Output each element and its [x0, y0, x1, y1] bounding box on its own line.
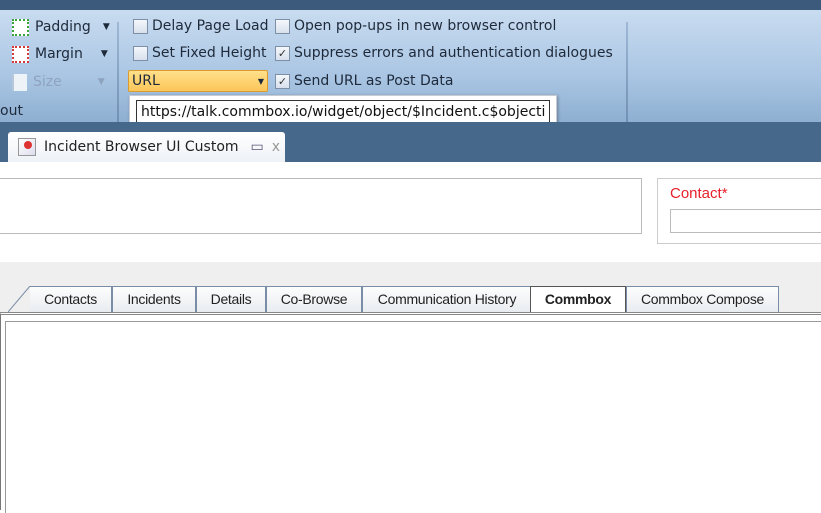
suppress-errors-checkbox[interactable]: ✓ Suppress errors and authentication dial…	[275, 42, 613, 64]
contact-label: Contact*	[670, 185, 728, 202]
size-button[interactable]: Size ▼	[12, 71, 105, 93]
browser-content	[5, 321, 821, 513]
tab-incidents[interactable]: Incidents	[112, 286, 196, 312]
tab-commbox-compose[interactable]: Commbox Compose	[626, 286, 779, 312]
chevron-down-icon: ▼	[100, 49, 108, 59]
margin-button[interactable]: Margin ▼	[12, 43, 108, 65]
url-input[interactable]	[136, 100, 550, 123]
open-popups-checkbox[interactable]: Open pop-ups in new browser control	[275, 15, 556, 37]
contact-input[interactable]	[670, 209, 821, 233]
commbox-panel	[0, 312, 821, 513]
padding-icon	[12, 18, 29, 36]
contact-field: Contact*	[657, 178, 821, 244]
delay-page-load-checkbox[interactable]: Delay Page Load	[133, 15, 269, 37]
url-type-dropdown[interactable]: URL ▼	[128, 70, 268, 92]
tab-slant	[8, 286, 31, 313]
browser-ui-icon	[18, 138, 36, 156]
group-separator	[626, 22, 628, 124]
checkbox-icon	[275, 18, 290, 34]
checkbox-icon	[133, 45, 148, 61]
margin-icon	[12, 45, 29, 63]
chevron-down-icon: ▼	[102, 22, 110, 32]
layout-group-label: out	[0, 103, 23, 119]
checkmark-icon: ✓	[275, 45, 290, 61]
document-tab[interactable]: Incident Browser UI Custom ▭ x	[8, 132, 285, 162]
tab-co-browse[interactable]: Co-Browse	[266, 286, 362, 312]
restore-icon[interactable]: ▭	[251, 139, 264, 155]
chevron-down-icon: ▼	[257, 76, 264, 86]
padding-button[interactable]: Padding ▼	[12, 16, 110, 38]
tab-contacts[interactable]: Contacts	[30, 286, 112, 312]
form-field-box	[0, 178, 642, 234]
tab-commbox[interactable]: Commbox	[530, 286, 626, 313]
send-url-post-checkbox[interactable]: ✓ Send URL as Post Data	[275, 70, 453, 92]
checkbox-icon	[133, 18, 148, 34]
group-separator	[117, 22, 119, 124]
chevron-down-icon: ▼	[97, 77, 105, 87]
set-fixed-height-checkbox[interactable]: Set Fixed Height	[133, 42, 266, 64]
checkmark-icon: ✓	[275, 73, 290, 89]
title-bar-band	[0, 0, 821, 10]
tab-details[interactable]: Details	[196, 286, 266, 312]
close-icon[interactable]: x	[272, 139, 280, 155]
size-icon	[12, 73, 27, 91]
tab-communication-history[interactable]: Communication History	[362, 286, 532, 312]
